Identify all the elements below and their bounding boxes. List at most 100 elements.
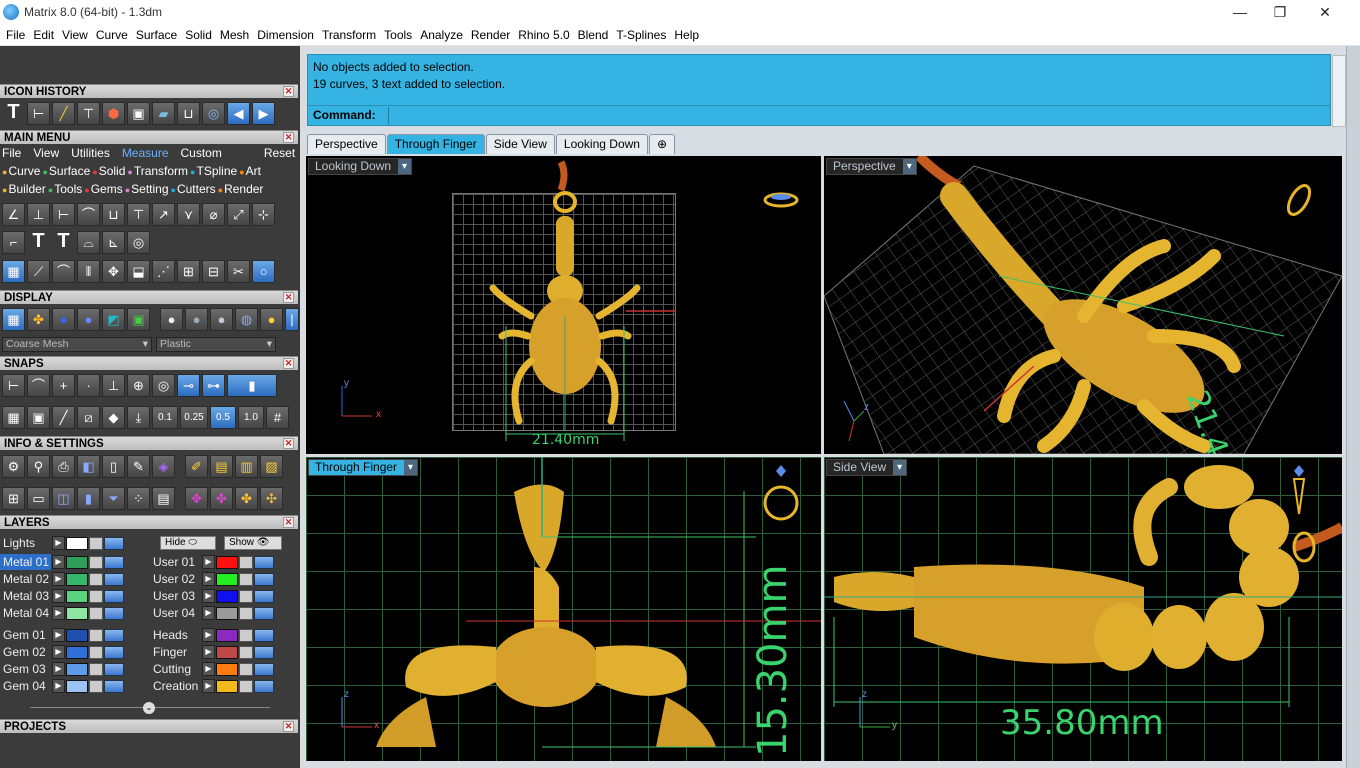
metal-material-icon[interactable]: ●: [185, 308, 208, 331]
menu-help[interactable]: Help: [670, 28, 703, 42]
visibility-toggle[interactable]: [104, 572, 124, 586]
visibility-toggle[interactable]: [104, 606, 124, 620]
layer-color[interactable]: [66, 572, 88, 586]
category-setting[interactable]: Setting: [125, 182, 168, 196]
purple-cube-icon[interactable]: ◈: [152, 455, 175, 478]
menu-blend[interactable]: Blend: [574, 28, 613, 42]
main-menu-custom[interactable]: Custom: [181, 146, 222, 160]
command-input[interactable]: [388, 107, 1328, 124]
layer-color[interactable]: [216, 679, 238, 693]
fan-icon[interactable]: ⋰: [152, 260, 175, 283]
expand-icon[interactable]: ▶: [202, 589, 215, 603]
close-icon[interactable]: ✕: [283, 721, 294, 732]
xray-icon[interactable]: ▣: [127, 308, 150, 331]
expand-icon[interactable]: ▶: [202, 572, 215, 586]
leader-line-icon[interactable]: ⌐: [2, 231, 25, 254]
menu-rhino[interactable]: Rhino 5.0: [514, 28, 573, 42]
lock-icon[interactable]: [239, 589, 253, 603]
category-builder[interactable]: Builder: [2, 182, 45, 196]
leader-icon[interactable]: ↗: [152, 203, 175, 226]
lock-icon[interactable]: [89, 679, 103, 693]
layer-row[interactable]: Gem 04 ▶: [0, 678, 124, 694]
menu-solid[interactable]: Solid: [181, 28, 216, 42]
projects-header[interactable]: PROJECTS ✕: [0, 719, 298, 733]
phone-icon[interactable]: ▯: [102, 455, 125, 478]
snap-value-1[interactable]: 0.25: [180, 406, 208, 429]
lock-icon[interactable]: [239, 572, 253, 586]
printer-icon[interactable]: ⎙: [52, 455, 75, 478]
visibility-toggle[interactable]: [254, 645, 274, 659]
menu-curve[interactable]: Curve: [92, 28, 132, 42]
layer-color[interactable]: [216, 628, 238, 642]
settings-gear-icon[interactable]: ⚙: [2, 455, 25, 478]
main-menu-reset[interactable]: Reset: [264, 146, 295, 160]
menu-file[interactable]: File: [2, 28, 29, 42]
figure-icon[interactable]: ✤: [27, 308, 50, 331]
snap-value-0[interactable]: 0.1: [152, 406, 178, 429]
horizontal-dimension-icon[interactable]: ⊔: [102, 203, 125, 226]
line-tool-icon[interactable]: ╱: [52, 102, 75, 125]
text-tool-icon[interactable]: T: [27, 231, 50, 254]
show-button[interactable]: Show 👁: [224, 536, 282, 550]
minimize-button[interactable]: —: [1220, 2, 1260, 22]
close-icon[interactable]: ✕: [283, 358, 294, 369]
figure-4-icon[interactable]: ✣: [260, 487, 283, 510]
linear-dimension-icon[interactable]: ⊢: [52, 203, 75, 226]
visibility-toggle[interactable]: [254, 555, 274, 569]
move-icon[interactable]: ✥: [102, 260, 125, 283]
layer-color[interactable]: [216, 662, 238, 676]
lock-icon[interactable]: [89, 606, 103, 620]
layer-color[interactable]: [216, 589, 238, 603]
ring-size-icon[interactable]: ◎: [127, 231, 150, 254]
vertical-dimension-icon[interactable]: ⊤: [77, 102, 100, 125]
layer-color[interactable]: [216, 572, 238, 586]
angle-dimension-icon[interactable]: ∠: [2, 203, 25, 226]
filter-icon[interactable]: ⏷: [102, 487, 125, 510]
visibility-toggle[interactable]: [254, 662, 274, 676]
menu-view[interactable]: View: [58, 28, 92, 42]
viewport-label-dropdown[interactable]: Side View: [826, 459, 908, 476]
aligned-dimension-icon[interactable]: ⊥: [27, 203, 50, 226]
viewport-looking-down[interactable]: y x 21.40mm Looking Down: [306, 156, 821, 454]
layer-lights[interactable]: Lights ▶: [0, 535, 124, 551]
vertical-dimension-icon[interactable]: ⊤: [127, 203, 150, 226]
lock-icon[interactable]: [239, 645, 253, 659]
visibility-toggle[interactable]: [254, 606, 274, 620]
expand-icon[interactable]: ▶: [202, 606, 215, 620]
visibility-toggle[interactable]: [254, 679, 274, 693]
snap-value-2[interactable]: 0.5: [210, 406, 236, 429]
viewport-label-dropdown[interactable]: Perspective: [826, 158, 917, 175]
layer-color[interactable]: [216, 555, 238, 569]
figure-2-icon[interactable]: ✤: [210, 487, 233, 510]
main-menu-file[interactable]: File: [2, 146, 21, 160]
display-header[interactable]: DISPLAY ✕: [0, 290, 298, 304]
box-snap-icon[interactable]: ▣: [27, 406, 50, 429]
circle-icon[interactable]: ○: [252, 260, 275, 283]
visibility-toggle[interactable]: [104, 555, 124, 569]
expand-icon[interactable]: ▶: [202, 555, 215, 569]
lock-icon[interactable]: [239, 679, 253, 693]
cylinder-icon[interactable]: ▮: [77, 487, 100, 510]
silver-material-icon[interactable]: ●: [210, 308, 233, 331]
brush-icon[interactable]: ✐: [185, 455, 208, 478]
add-tab-icon[interactable]: ⊕: [648, 134, 675, 154]
main-menu-view[interactable]: View: [33, 146, 59, 160]
diameter-icon[interactable]: ⌀: [202, 203, 225, 226]
diamond-snap-icon[interactable]: ◆: [102, 406, 125, 429]
menu-analyze[interactable]: Analyze: [416, 28, 467, 42]
layer-color[interactable]: [66, 606, 88, 620]
distance-icon[interactable]: ⤢: [227, 203, 250, 226]
visibility-toggle[interactable]: [104, 628, 124, 642]
lock-icon[interactable]: [89, 662, 103, 676]
viewport-perspective[interactable]: 21.40 z Perspective: [824, 156, 1342, 454]
visibility-toggle[interactable]: [104, 536, 124, 550]
ortho-toggle[interactable]: ▮: [227, 374, 277, 397]
expand-icon[interactable]: ▶: [52, 606, 65, 620]
layer-row[interactable]: Metal 01 ▶: [0, 554, 124, 570]
ordinate-icon[interactable]: ⋎: [177, 203, 200, 226]
viewport-label-dropdown[interactable]: Through Finger: [308, 459, 419, 476]
layer-color[interactable]: [216, 606, 238, 620]
window-2-icon[interactable]: ▥: [235, 455, 258, 478]
close-icon[interactable]: ✕: [283, 438, 294, 449]
menu-edit[interactable]: Edit: [29, 28, 58, 42]
